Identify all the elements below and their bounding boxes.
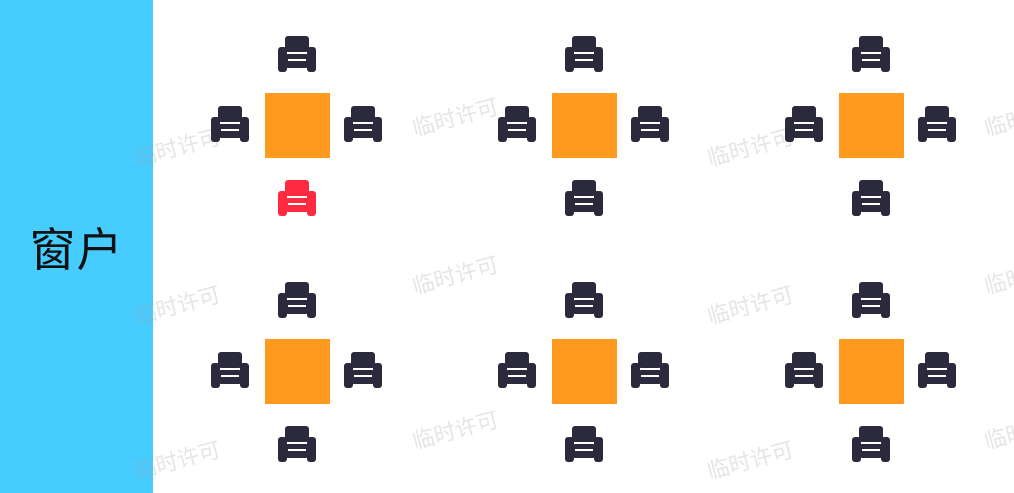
armchair-icon: [852, 282, 890, 318]
armchair-icon: [785, 106, 823, 142]
armchair-icon: [498, 352, 536, 388]
armchair-icon: [278, 426, 316, 462]
seat-top[interactable]: [564, 281, 604, 321]
seat-top[interactable]: [851, 35, 891, 75]
seat-bottom[interactable]: [851, 425, 891, 465]
watermark: 临时许可: [409, 407, 502, 455]
seat-top[interactable]: [851, 281, 891, 321]
armchair-icon: [918, 352, 956, 388]
seat-left[interactable]: [497, 351, 537, 391]
table-group: [779, 35, 956, 219]
armchair-icon: [278, 180, 316, 216]
table-group: [492, 281, 669, 465]
watermark: 临时许可: [981, 407, 1014, 455]
armchair-icon: [344, 106, 382, 142]
armchair-icon: [852, 180, 890, 216]
table-group: [205, 281, 382, 465]
watermark: 临时许可: [409, 94, 502, 142]
armchair-icon: [852, 36, 890, 72]
table: [552, 93, 617, 158]
seat-right[interactable]: [630, 351, 670, 391]
armchair-icon: [631, 352, 669, 388]
seating-floor: 临时许可 临时许可 临时许可 临时许可 临时许可 临时许可 临时许可 临时许可 …: [132, 0, 1014, 493]
seat-top[interactable]: [564, 35, 604, 75]
seat-left[interactable]: [784, 351, 824, 391]
armchair-icon: [498, 106, 536, 142]
armchair-icon: [344, 352, 382, 388]
seat-top[interactable]: [277, 35, 317, 75]
seat-right[interactable]: [343, 351, 383, 391]
seat-bottom[interactable]: [564, 425, 604, 465]
seat-left[interactable]: [784, 105, 824, 145]
window-label: 窗户: [29, 222, 124, 277]
armchair-icon: [565, 180, 603, 216]
armchair-icon: [918, 106, 956, 142]
seat-bottom[interactable]: [277, 425, 317, 465]
seat-right[interactable]: [343, 105, 383, 145]
table: [552, 339, 617, 404]
table-group: [779, 281, 956, 465]
window-panel: 窗户: [0, 0, 153, 493]
armchair-icon: [631, 106, 669, 142]
seat-left[interactable]: [210, 105, 250, 145]
armchair-icon: [565, 36, 603, 72]
seat-bottom-selected[interactable]: [277, 179, 317, 219]
armchair-icon: [211, 352, 249, 388]
table: [839, 339, 904, 404]
table: [265, 93, 330, 158]
seat-top[interactable]: [277, 281, 317, 321]
armchair-icon: [565, 426, 603, 462]
seat-bottom[interactable]: [564, 179, 604, 219]
watermark: 临时许可: [981, 252, 1014, 300]
armchair-icon: [278, 36, 316, 72]
armchair-icon: [211, 106, 249, 142]
armchair-icon: [852, 426, 890, 462]
table-group: [205, 35, 382, 219]
table: [265, 339, 330, 404]
seat-right[interactable]: [630, 105, 670, 145]
seat-bottom[interactable]: [851, 179, 891, 219]
armchair-icon: [785, 352, 823, 388]
seat-left[interactable]: [210, 351, 250, 391]
seat-right[interactable]: [917, 105, 957, 145]
armchair-icon: [565, 282, 603, 318]
table: [839, 93, 904, 158]
seat-right[interactable]: [917, 351, 957, 391]
armchair-icon: [278, 282, 316, 318]
table-group: [492, 35, 669, 219]
watermark: 临时许可: [409, 252, 502, 300]
seat-left[interactable]: [497, 105, 537, 145]
watermark: 临时许可: [981, 94, 1014, 142]
